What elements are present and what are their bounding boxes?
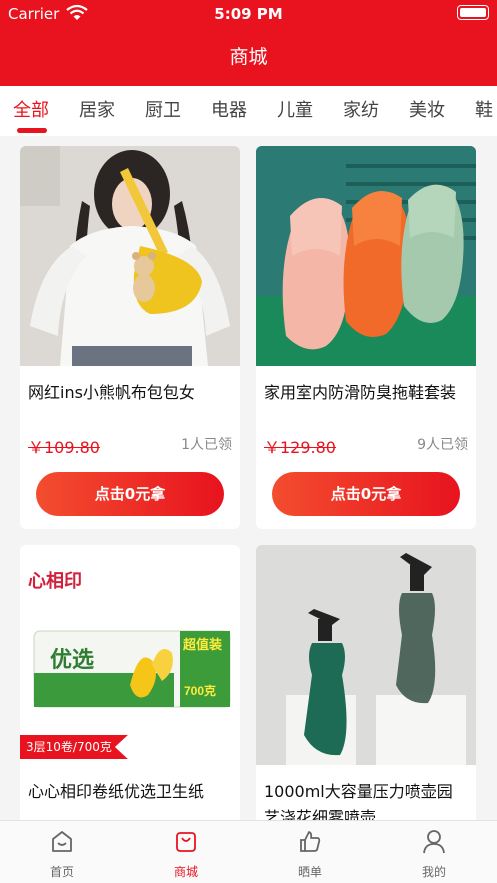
tab-beauty[interactable]: 美妆 [409,96,445,122]
product-price: ￥129.80 [264,438,336,457]
get-free-button[interactable]: 点击0元拿 [272,472,460,516]
package-badge: 超值装 [183,637,222,652]
tab-home[interactable]: 居家 [79,96,115,122]
product-card[interactable]: 1000ml大容量压力喷壶园艺浇花细雾喷壶 [256,545,476,845]
tab-me[interactable]: 我的 [372,821,496,883]
get-free-button[interactable]: 点击0元拿 [36,472,224,516]
page-title: 商城 [229,46,268,68]
battery-icon [457,5,489,20]
active-tab-indicator [17,128,47,133]
tab-label: 首页 [49,865,74,879]
bottom-tab-bar: 首页 商城 晒单 我的 [0,820,497,883]
tab-all[interactable]: 全部 [13,96,49,122]
tab-home-page[interactable]: 首页 [0,821,124,883]
product-card[interactable]: 网红ins小熊帆布包包女 ￥109.80 1人已领 点击0元拿 [20,146,240,529]
nav-bar: 商城 [0,28,497,86]
brand-logo: 心相印 [28,571,82,591]
tab-kitchen-bath[interactable]: 厨卫 [145,96,181,122]
status-bar: Carrier 5:09 PM [0,0,497,28]
product-image [20,146,240,366]
tab-kids[interactable]: 儿童 [277,96,313,122]
product-card[interactable]: 家用室内防滑防臭拖鞋套装 ￥129.80 9人已领 点击0元拿 [256,146,476,529]
product-image [256,146,476,366]
tab-label: 晒单 [297,865,322,879]
user-icon [423,830,445,854]
category-tabs: 全部 居家 厨卫 电器 儿童 家纺 美妆 鞋 [0,86,497,136]
tab-shoes[interactable]: 鞋 [475,96,493,122]
product-image: 心相印 优选 超值装 700克 [20,545,240,765]
tab-mall[interactable]: 商城 [124,821,248,883]
shopping-bag-icon [176,832,196,852]
thumbs-up-icon [300,831,321,852]
status-time: 5:09 PM [214,5,283,23]
product-title: 家用室内防滑防臭拖鞋套装 [264,383,457,402]
product-title: 心心相印卷纸优选卫生纸 [28,782,205,801]
product-card[interactable]: 心相印 优选 超值装 700克 3层10卷/700克 心心相印卷纸优选卫生纸 [20,545,240,845]
tab-textiles[interactable]: 家纺 [343,96,379,122]
product-title: 网红ins小熊帆布包包女 [28,383,195,402]
package-name: 优选 [50,647,94,672]
tab-label: 我的 [421,865,446,879]
claimed-count: 9人已领 [417,437,468,453]
home-icon [52,831,72,852]
claimed-count: 1人已领 [181,437,232,453]
product-price: ￥109.80 [28,438,100,457]
package-weight: 700克 [184,683,216,698]
product-image [256,545,476,765]
tab-appliances[interactable]: 电器 [211,96,247,122]
tab-show-order[interactable]: 晒单 [248,821,372,883]
tab-label: 商城 [173,865,198,879]
promo-tag: 3层10卷/700克 [20,735,128,759]
